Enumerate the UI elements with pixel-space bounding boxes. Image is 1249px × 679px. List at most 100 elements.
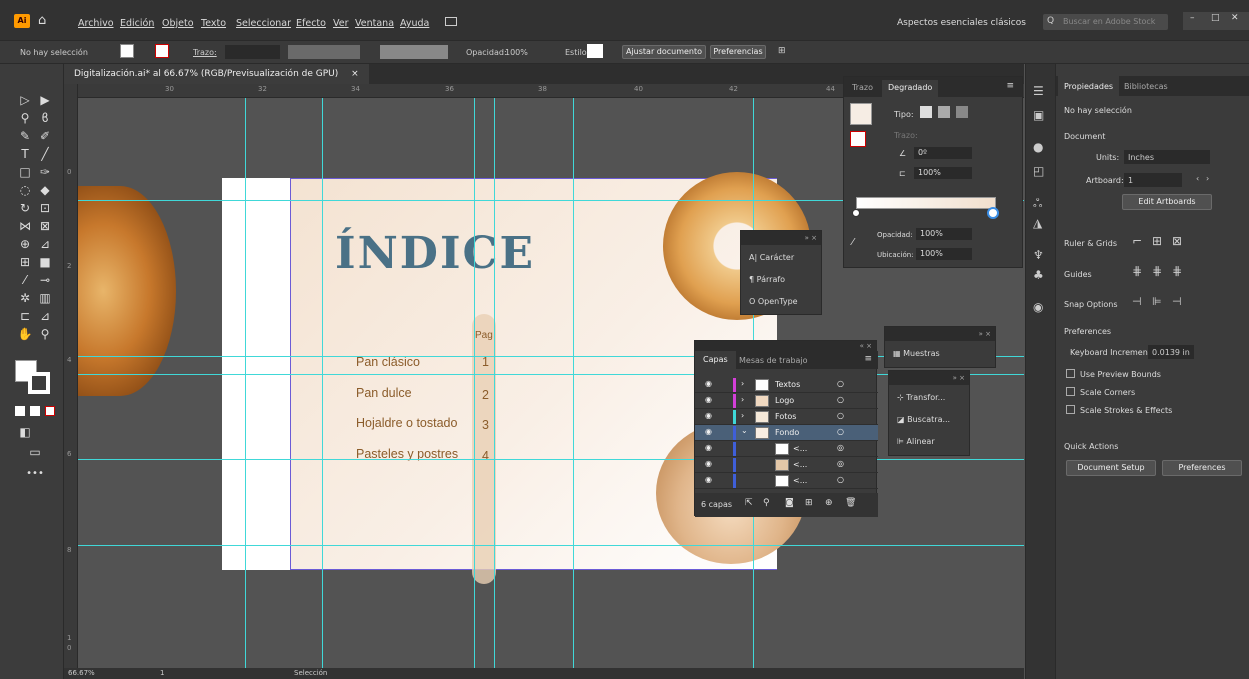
artboard-number[interactable]: 1 xyxy=(160,669,164,677)
guide-horizontal[interactable] xyxy=(78,356,1024,357)
smart-guides-icon[interactable]: ⋕ xyxy=(1172,264,1182,278)
scale-strokes-checkbox[interactable] xyxy=(1066,405,1075,414)
rotate-icon[interactable]: ↻ xyxy=(16,200,34,216)
lasso-icon[interactable]: ϐ xyxy=(36,110,54,126)
opentype-item[interactable]: O OpenType xyxy=(749,297,798,306)
fit-document-button[interactable]: Ajustar documento xyxy=(622,45,706,59)
toc-item[interactable]: Pan clásico xyxy=(356,355,420,369)
opacity-value[interactable]: 100% xyxy=(505,48,528,57)
layer-name[interactable]: <... xyxy=(793,460,807,469)
stroke-swatch[interactable] xyxy=(155,44,169,58)
target-icon[interactable]: ○ xyxy=(837,411,844,420)
units-select[interactable]: Inches xyxy=(1124,150,1210,164)
new-sublayer-icon[interactable]: ⊞ xyxy=(805,498,813,508)
tab-capas[interactable]: Capas xyxy=(695,351,736,369)
tab-properties[interactable]: Propiedades xyxy=(1058,76,1120,96)
layer-name[interactable]: Logo xyxy=(775,396,794,405)
properties-icon[interactable]: ▣ xyxy=(1033,108,1044,122)
selection-tool-icon[interactable]: ▷ xyxy=(16,92,34,108)
perspective-grid-icon[interactable]: ⊿ xyxy=(36,236,54,252)
rectangle-tool-icon[interactable]: □ xyxy=(16,164,34,180)
gradient-stop-right[interactable] xyxy=(987,207,999,219)
color-mode-icon[interactable] xyxy=(15,406,25,416)
swatches-item[interactable]: ▦ Muestras xyxy=(893,349,940,358)
shaper-icon[interactable]: ◌ xyxy=(16,182,34,198)
appearance-icon[interactable]: ◉ xyxy=(1033,300,1043,314)
pathfinder-item[interactable]: ◪ Buscatra... xyxy=(897,415,950,424)
width-tool-icon[interactable]: ⋈ xyxy=(16,218,34,234)
chevron-right-icon[interactable]: › xyxy=(741,395,744,404)
club-icon[interactable]: ♣ xyxy=(1033,268,1044,282)
type-tool-icon[interactable]: T xyxy=(16,146,34,162)
guide-horizontal[interactable] xyxy=(78,545,1024,546)
panel-header[interactable]: » × xyxy=(889,371,969,385)
align-icon[interactable]: ⊞ xyxy=(778,46,786,56)
menu-seleccionar[interactable]: Seleccionar xyxy=(236,18,291,29)
pen-tool-icon[interactable]: ✎ xyxy=(16,128,34,144)
clip-mask-icon[interactable]: ◙ xyxy=(785,498,794,508)
panel-menu-icon[interactable]: ≡ xyxy=(1006,81,1014,91)
mesh-icon[interactable]: ⊞ xyxy=(16,254,34,270)
target-icon[interactable]: ○ xyxy=(837,427,844,436)
document-tab[interactable]: Digitalización.ai* al 66.67% (RGB/Previs… xyxy=(64,64,369,84)
tab-libraries[interactable]: Bibliotecas xyxy=(1124,82,1168,91)
vertical-ruler[interactable]: 0 2 4 6 8 1 0 xyxy=(64,84,78,679)
location-field[interactable]: 100% xyxy=(916,248,972,260)
page-header[interactable]: Pag xyxy=(475,330,493,341)
guide-vertical[interactable] xyxy=(322,98,323,679)
paragraph-item[interactable]: ¶ Párrafo xyxy=(749,275,785,284)
guide-vertical[interactable] xyxy=(494,98,495,679)
guide-horizontal[interactable] xyxy=(78,459,1024,460)
target-icon[interactable]: ◎ xyxy=(837,459,844,468)
eye-icon[interactable]: ◉ xyxy=(705,427,712,436)
panel-header[interactable]: » × xyxy=(741,231,821,245)
layer-row[interactable]: ◉ › Logo ○ xyxy=(695,393,878,409)
freeform-gradient-icon[interactable] xyxy=(956,106,968,118)
more-tools-icon[interactable]: ••• xyxy=(26,466,44,482)
eye-icon[interactable]: ◉ xyxy=(705,459,712,468)
pixel-grid-icon[interactable]: ⊠ xyxy=(1172,234,1182,248)
draw-mode-icon[interactable]: ◧ xyxy=(16,424,34,440)
menu-ventana[interactable]: Ventana xyxy=(355,18,394,29)
chevron-right-icon[interactable]: › xyxy=(741,379,744,388)
eyedropper-icon[interactable]: ⁄ xyxy=(16,272,34,288)
shape-builder-icon[interactable]: ⊕ xyxy=(16,236,34,252)
screen-mode-icon[interactable]: ▭ xyxy=(26,444,44,460)
toc-number[interactable]: 2 xyxy=(482,388,489,402)
stock-search[interactable]: Q Buscar en Adobe Stock xyxy=(1043,14,1168,30)
menu-texto[interactable]: Texto xyxy=(201,18,226,29)
menu-ayuda[interactable]: Ayuda xyxy=(400,18,429,29)
hand-tool-icon[interactable]: ✋ xyxy=(16,326,34,342)
blend-icon[interactable]: ⊸ xyxy=(36,272,54,288)
target-icon[interactable]: ○ xyxy=(837,379,844,388)
arrange-docs-icon[interactable] xyxy=(445,17,457,26)
toc-item[interactable]: Pan dulce xyxy=(356,386,412,400)
line-tool-icon[interactable]: ╱ xyxy=(36,146,54,162)
target-icon[interactable]: ◎ xyxy=(837,443,844,452)
radial-gradient-icon[interactable] xyxy=(938,106,950,118)
tab-trazo[interactable]: Trazo xyxy=(852,83,873,92)
zoom-tool-icon[interactable]: ⚲ xyxy=(36,326,54,342)
layer-name[interactable]: Fotos xyxy=(775,412,796,421)
angle-field[interactable]: 0º xyxy=(914,147,972,159)
home-icon[interactable]: ⌂ xyxy=(38,13,46,28)
layer-row[interactable]: ◉ <... ◎ xyxy=(695,457,878,473)
panel-header[interactable]: » × xyxy=(885,327,995,341)
minimize-icon[interactable]: – xyxy=(1190,13,1195,23)
eye-icon[interactable]: ◉ xyxy=(705,395,712,404)
toc-number[interactable]: 3 xyxy=(482,418,489,432)
grid-icon[interactable]: ⊞ xyxy=(1152,234,1162,248)
gradient-tool-icon[interactable]: ■ xyxy=(36,254,54,270)
direct-selection-tool-icon[interactable]: ▶ xyxy=(36,92,54,108)
keyboard-increment-field[interactable]: 0.0139 in xyxy=(1148,345,1194,359)
guide-vertical[interactable] xyxy=(573,98,574,679)
symbols-icon[interactable]: ஃ xyxy=(1033,196,1042,212)
guide-vertical[interactable] xyxy=(474,98,475,679)
target-icon[interactable]: ○ xyxy=(837,475,844,484)
menu-efecto[interactable]: Efecto xyxy=(296,18,326,29)
preferences-button[interactable]: Preferences xyxy=(1162,460,1242,476)
layer-row[interactable]: ◉ › Fotos ○ xyxy=(695,409,878,425)
free-transform-icon[interactable]: ⊠ xyxy=(36,218,54,234)
scale-corners-checkbox[interactable] xyxy=(1066,387,1075,396)
document-setup-button[interactable]: Document Setup xyxy=(1066,460,1156,476)
